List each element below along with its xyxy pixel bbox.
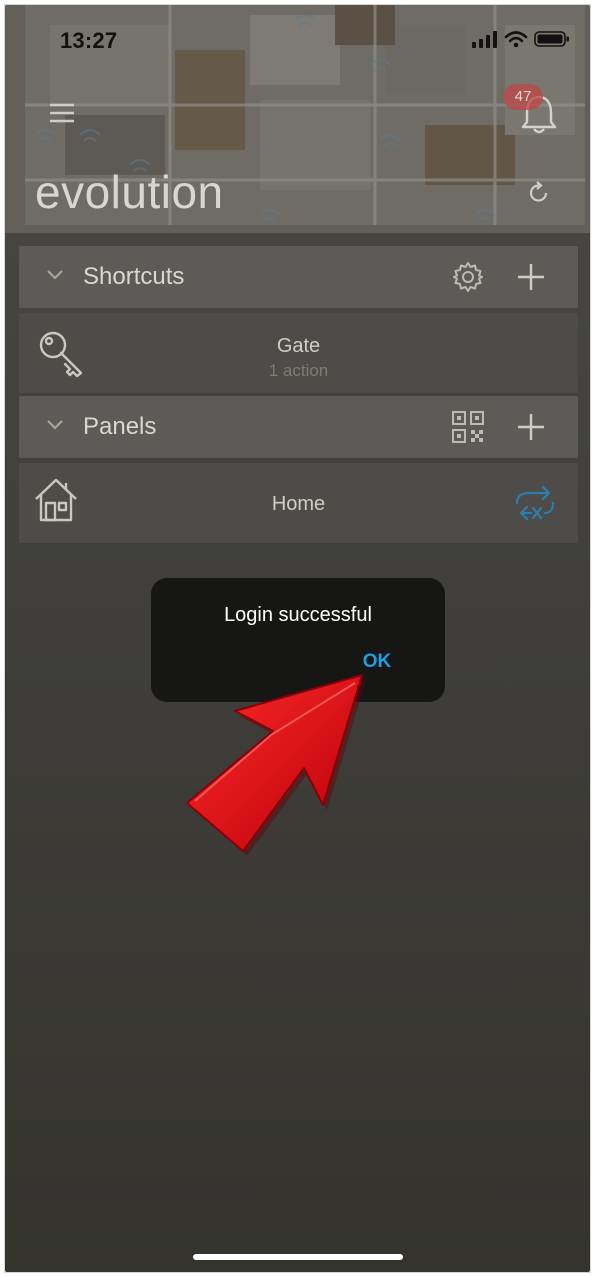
add-shortcut-plus-icon[interactable] [514, 260, 548, 294]
home-indicator[interactable] [193, 1254, 403, 1260]
status-icons [472, 30, 570, 48]
battery-icon [534, 31, 569, 47]
status-time: 13:27 [60, 28, 118, 53]
shortcut-item-gate[interactable]: Gate 1 action [19, 313, 578, 393]
chevron-down-icon[interactable] [45, 418, 65, 432]
section-shortcuts-header[interactable]: Shortcuts [19, 246, 578, 308]
wifi-icon [504, 31, 528, 48]
panel-title: Home [271, 493, 326, 515]
gear-icon[interactable] [451, 260, 485, 294]
notification-badge: 47 [503, 84, 543, 110]
shortcut-subtitle: 1 action [268, 361, 329, 380]
sync-off-icon[interactable] [511, 483, 559, 523]
shortcut-title: Gate [276, 335, 321, 357]
app-header: 13:27 47 evolution [5, 5, 590, 233]
panel-item-home[interactable]: Home [19, 463, 578, 543]
dialog-message: Login successful [224, 604, 372, 626]
section-panels-label: Panels [83, 413, 157, 440]
qr-code-icon[interactable] [451, 410, 485, 444]
hamburger-icon[interactable] [47, 101, 77, 125]
pointer-arrow-icon [186, 674, 366, 855]
refresh-icon[interactable] [526, 180, 552, 206]
section-panels-header[interactable]: Panels [19, 396, 578, 458]
add-panel-plus-icon[interactable] [514, 410, 548, 444]
app-title: evolution [35, 166, 224, 218]
status-bar: 13:27 [5, 5, 590, 75]
section-shortcuts-label: Shortcuts [83, 263, 185, 290]
phone-screen: 13:27 47 evolution Shortcuts Gate 1 acti… [5, 5, 590, 1272]
signal-icon [472, 31, 497, 48]
chevron-down-icon[interactable] [45, 268, 65, 282]
